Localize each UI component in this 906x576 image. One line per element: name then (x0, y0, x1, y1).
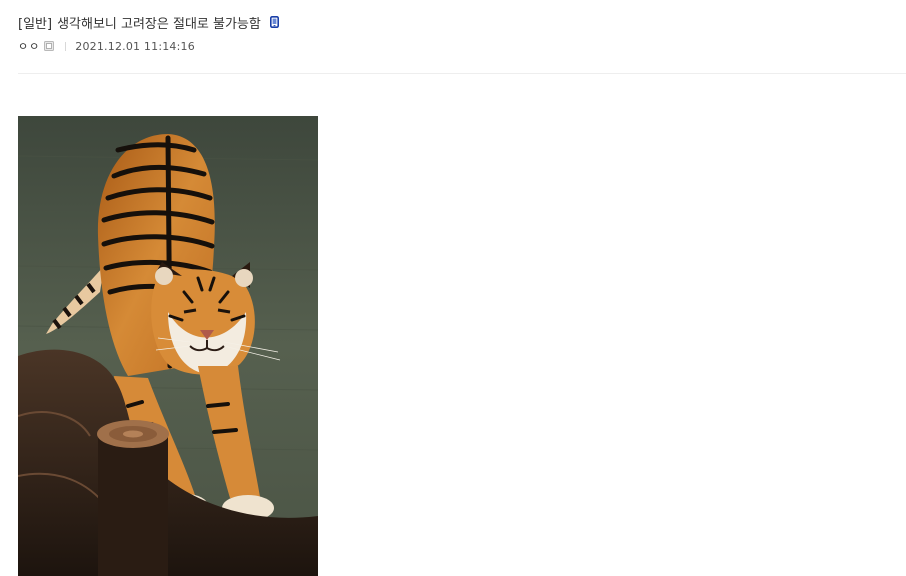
post-meta: ㅇㅇ 2021.12.01 11:14:16 (18, 38, 906, 54)
post-writer[interactable]: ㅇㅇ (18, 38, 55, 54)
mobile-phone-icon (269, 16, 279, 28)
post-category: [일반] (18, 16, 53, 32)
header-divider (18, 73, 906, 74)
post-image[interactable] (18, 116, 318, 576)
gallog-icon[interactable] (44, 41, 55, 51)
writer-nickname[interactable]: ㅇㅇ (18, 38, 40, 54)
post-date: 2021.12.01 11:14:16 (75, 39, 195, 53)
meta-separator (65, 41, 67, 51)
post-title-row: [일반] 생각해보니 고려장은 절대로 불가능함 (18, 13, 906, 32)
post-title: 생각해보니 고려장은 절대로 불가능함 (57, 16, 261, 32)
tiger-stretching-photo[interactable] (18, 116, 318, 576)
post-header: [일반] 생각해보니 고려장은 절대로 불가능함 ㅇㅇ 2021.12.01 1… (18, 13, 906, 53)
